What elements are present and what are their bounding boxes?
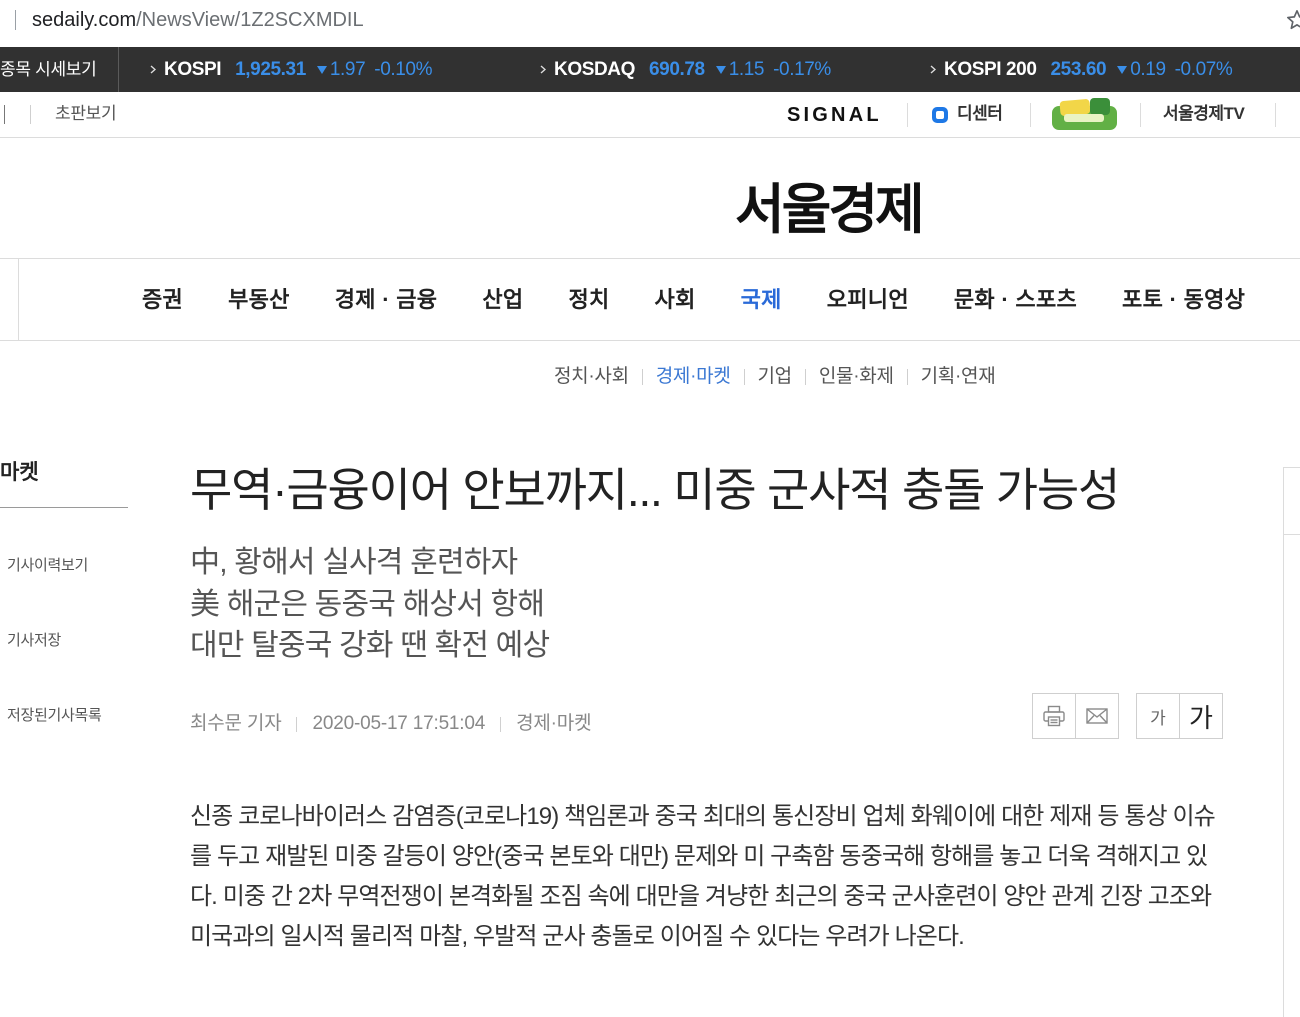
- published-datetime: 2020-05-17 17:51:04: [312, 713, 486, 734]
- subnav-item-people[interactable]: 인물·화제: [819, 365, 894, 389]
- nav-item-industry[interactable]: 산업: [482, 286, 523, 314]
- decenter-link[interactable]: 디센터: [957, 104, 1003, 124]
- email-button[interactable]: [1075, 694, 1118, 738]
- divider: [641, 369, 643, 385]
- font-increase-button[interactable]: 가: [1179, 694, 1222, 738]
- down-arrow-icon: [316, 65, 327, 74]
- article-subtitles: 中, 황해서 실사격 훈련하자 美 해군은 동중국 해상서 항해 대만 탈중국 …: [190, 542, 550, 667]
- chevron-right-icon: [540, 65, 546, 74]
- sidebar-divider: [0, 507, 128, 508]
- address-divider: [15, 10, 16, 30]
- index-change: 1.97: [329, 58, 366, 80]
- font-size-tools: 가 가: [1136, 693, 1223, 739]
- divider: [804, 369, 806, 385]
- divider: [30, 105, 31, 124]
- reporter-name: 최수문 기자: [190, 713, 282, 734]
- index-change-percent: -0.17%: [773, 58, 831, 80]
- sub-nav: 정치·사회 경제·마켓 기업 인물·화제 기획·연재: [554, 365, 996, 389]
- stock-quote-link[interactable]: 종목 시세보기: [0, 47, 97, 92]
- article-body: 신종 코로나바이러스 감염증(코로나19) 책임론과 중국 최대의 통신장비 업…: [190, 803, 1216, 950]
- stock-ticker-bar: 종목 시세보기 KOSPI 1,925.31 1.97 -0.10% KOSDA…: [0, 47, 1300, 92]
- subnav-item-features[interactable]: 기획·연재: [921, 365, 996, 389]
- ticker-divider: [118, 47, 119, 92]
- index-change-percent: -0.10%: [374, 58, 433, 80]
- nav-top-border: [0, 258, 1300, 259]
- divider: [1030, 103, 1031, 127]
- divider: [296, 716, 298, 732]
- first-edition-link[interactable]: 초판보기: [55, 104, 117, 124]
- url-field[interactable]: sedaily.com/NewsView/1Z2SCXMDIL: [32, 8, 364, 32]
- article-subtitle: 대만 탈중국 강화 땐 확전 예상: [190, 629, 550, 662]
- subnav-item-economy-market[interactable]: 경제·마켓: [656, 365, 731, 389]
- down-arrow-icon: [715, 65, 726, 74]
- divider: [906, 369, 908, 385]
- index-change-percent: -0.07%: [1174, 58, 1233, 80]
- promo-logo[interactable]: [1052, 97, 1117, 131]
- bookmark-star-icon[interactable]: [1283, 8, 1300, 32]
- ticker-item-kospi200[interactable]: KOSPI 200 253.60 0.19 -0.07%: [930, 47, 1233, 92]
- chevron-right-icon: [150, 65, 156, 74]
- divider: [1275, 103, 1276, 127]
- decenter-logo-icon[interactable]: [932, 107, 948, 123]
- article-subtitle: 美 해군은 동중국 해상서 항해: [190, 587, 545, 621]
- nav-item-society[interactable]: 사회: [655, 286, 696, 314]
- down-arrow-icon: [1117, 65, 1128, 74]
- save-article-link[interactable]: 기사저장: [7, 632, 61, 650]
- index-value: 690.78: [649, 58, 705, 80]
- index-change: 1.15: [728, 58, 765, 80]
- nav-bottom-border: [0, 340, 1300, 341]
- utility-bar: 초판보기 SIGNAL 디센터 서울경제TV: [0, 92, 1300, 138]
- index-name: KOSPI 200: [944, 58, 1037, 80]
- divider: [4, 105, 5, 124]
- divider: [500, 716, 502, 732]
- saved-articles-link[interactable]: 저장된기사목록: [7, 707, 102, 725]
- signal-logo-link[interactable]: SIGNAL: [787, 104, 882, 126]
- index-change: 0.19: [1130, 58, 1166, 80]
- site-logo[interactable]: 서울경제: [735, 180, 925, 240]
- print-icon: [1043, 705, 1065, 727]
- article-meta: 최수문 기자 2020-05-17 17:51:04 경제·마켓: [190, 712, 592, 736]
- share-tools: [1032, 693, 1119, 739]
- chevron-right-icon: [930, 65, 936, 74]
- article-section: 경제·마켓: [516, 713, 592, 734]
- index-value: 1,925.31: [235, 58, 306, 80]
- nav-left-border: [18, 258, 19, 340]
- article-title: 무역·금융이어 안보까지... 미중 군사적 충돌 가능성: [190, 464, 1120, 516]
- divider: [743, 369, 745, 385]
- print-button[interactable]: [1033, 694, 1075, 738]
- font-decrease-button[interactable]: 가: [1137, 694, 1179, 738]
- nav-item-opinion[interactable]: 오피니언: [827, 286, 909, 314]
- star-outline-icon: [1287, 10, 1300, 30]
- ticker-item-kospi[interactable]: KOSPI 1,925.31 1.97 -0.10%: [150, 47, 432, 92]
- url-path: /NewsView/1Z2SCXMDIL: [136, 9, 364, 31]
- index-name: KOSPI: [164, 58, 222, 80]
- article-history-link[interactable]: 기사이력보기: [7, 557, 88, 575]
- index-value: 253.60: [1050, 58, 1107, 80]
- main-nav: 증권 부동산 경제 · 금융 산업 정치 사회 국제 오피니언 문화 · 스포츠…: [142, 260, 1300, 340]
- sedaily-tv-link[interactable]: 서울경제TV: [1163, 104, 1245, 124]
- nav-item-real-estate[interactable]: 부동산: [228, 286, 290, 314]
- right-rail-panel: [1283, 467, 1300, 1017]
- sidebar-section-title: 마켓: [0, 461, 39, 484]
- subnav-item-business[interactable]: 기업: [758, 365, 793, 389]
- nav-item-culture-sports[interactable]: 문화 · 스포츠: [954, 286, 1077, 314]
- index-name: KOSDAQ: [554, 58, 635, 80]
- right-rail-divider: [1284, 534, 1300, 535]
- nav-item-politics[interactable]: 정치: [568, 286, 609, 314]
- nav-item-international[interactable]: 국제: [741, 286, 782, 314]
- browser-address-bar: sedaily.com/NewsView/1Z2SCXMDIL: [0, 0, 1300, 40]
- ticker-item-kosdaq[interactable]: KOSDAQ 690.78 1.15 -0.17%: [540, 47, 831, 92]
- decenter-logo-inner: [936, 111, 944, 119]
- nav-item-stocks[interactable]: 증권: [142, 286, 183, 314]
- mail-icon: [1086, 708, 1108, 724]
- promo-logo-mark: [1090, 98, 1110, 115]
- nav-item-photo-video[interactable]: 포토 · 동영상: [1122, 286, 1245, 314]
- subnav-item-politics-society[interactable]: 정치·사회: [554, 365, 629, 389]
- article-subtitle: 中, 황해서 실사격 훈련하자: [190, 546, 518, 579]
- url-domain: sedaily.com: [32, 9, 137, 31]
- promo-logo-mark: [1064, 114, 1104, 122]
- divider: [1140, 103, 1141, 127]
- divider: [907, 103, 908, 127]
- nav-item-economy-finance[interactable]: 경제 · 금융: [335, 286, 438, 314]
